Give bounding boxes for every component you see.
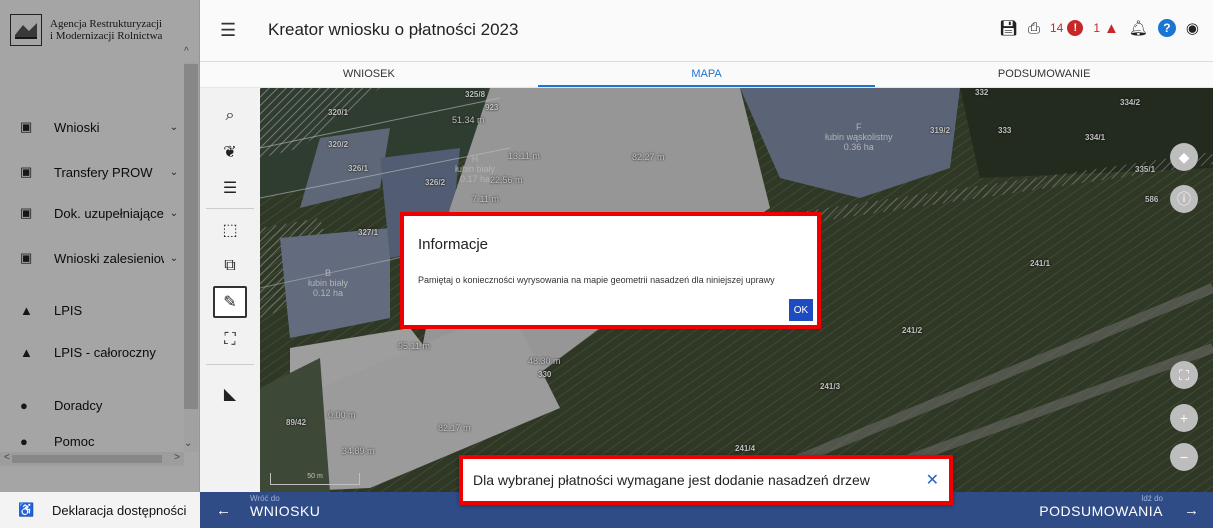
- dialog-title: Informacje: [418, 236, 489, 253]
- divider: [206, 364, 254, 365]
- layers-icon[interactable]: ◆: [1170, 143, 1198, 171]
- next-small-label: Idź do: [1141, 494, 1163, 503]
- select-area-icon[interactable]: ⬚: [213, 214, 247, 246]
- info-icon[interactable]: ⓘ: [1170, 185, 1198, 213]
- top-bar: ☰ Kreator wniosku o płatności 2023 💾︎ ⎙ …: [200, 0, 1213, 62]
- warning-count[interactable]: 1: [1093, 21, 1100, 35]
- dialog-message: Pamiętaj o konieczności wyrysowania na m…: [418, 275, 775, 285]
- error-icon[interactable]: !: [1067, 20, 1084, 36]
- copy-icon[interactable]: ⧉: [213, 250, 247, 282]
- page-title: Kreator wniosku o płatności 2023: [268, 20, 519, 39]
- measure-icon[interactable]: ◣: [213, 378, 247, 410]
- menu-icon[interactable]: ☰: [220, 20, 236, 41]
- print-icon[interactable]: ⎙: [1028, 20, 1040, 37]
- warning-icon[interactable]: ▲: [1104, 20, 1119, 37]
- back-button[interactable]: Wróć do WNIOSKU: [250, 494, 320, 519]
- tab-mapa[interactable]: MAPA: [537, 62, 876, 87]
- toast-notification: Dla wybranej płatności wymagane jest dod…: [459, 455, 953, 505]
- divider: [206, 208, 254, 209]
- fullscreen-icon[interactable]: ⛶: [1170, 361, 1198, 389]
- list-icon[interactable]: ☰: [213, 172, 247, 204]
- accessibility-icon: ♿: [18, 502, 35, 517]
- crop-icon[interactable]: ⛶: [213, 324, 247, 356]
- account-icon[interactable]: ◉: [1186, 19, 1199, 37]
- info-dialog: Informacje Pamiętaj o konieczności wyrys…: [400, 212, 821, 329]
- app-root: Agencja Restrukturyzacji i Modernizacji …: [0, 0, 1213, 528]
- error-count[interactable]: 14: [1050, 21, 1063, 35]
- toast-message: Dla wybranej płatności wymagane jest dod…: [473, 472, 870, 488]
- zoom-in-icon[interactable]: +: [1170, 404, 1198, 432]
- arrow-left-icon[interactable]: ←: [216, 502, 231, 519]
- save-icon[interactable]: 💾︎: [999, 19, 1018, 37]
- bell-icon[interactable]: 🔔︎: [1129, 19, 1148, 37]
- tab-bar: WNIOSEK MAPA PODSUMOWANIE: [200, 62, 1213, 88]
- help-icon[interactable]: ?: [1157, 19, 1176, 37]
- marker-icon[interactable]: ❦: [213, 136, 247, 168]
- ok-button[interactable]: OK: [789, 299, 813, 321]
- back-big-label: WNIOSKU: [250, 503, 321, 519]
- header-actions: 💾︎ ⎙ 14 ! 1 ▲ 🔔︎ ? ◉: [999, 19, 1199, 37]
- sidebar-item-label: Deklaracja dostępności: [52, 502, 187, 518]
- next-big-label: PODSUMOWANIA: [1039, 503, 1163, 519]
- next-button[interactable]: Idź do PODSUMOWANIA: [1039, 494, 1163, 519]
- tab-podsumowanie[interactable]: PODSUMOWANIE: [875, 62, 1213, 87]
- arrow-right-icon[interactable]: →: [1184, 502, 1199, 519]
- zoom-out-icon[interactable]: −: [1170, 443, 1198, 471]
- back-small-label: Wróć do: [250, 494, 280, 503]
- tab-wniosek[interactable]: WNIOSEK: [200, 62, 538, 87]
- search-icon[interactable]: ⌕: [213, 100, 247, 132]
- sidebar-item-deklaracja[interactable]: ♿ Deklaracja dostępności: [0, 492, 200, 528]
- close-icon[interactable]: ✕: [926, 470, 939, 490]
- map-toolbar: ⌕ ❦ ☰ ⬚ ⧉ ✎ ⛶ ◣: [200, 88, 260, 492]
- modal-backdrop-sidebar: [0, 0, 200, 492]
- draw-pencil-icon[interactable]: ✎: [213, 286, 247, 318]
